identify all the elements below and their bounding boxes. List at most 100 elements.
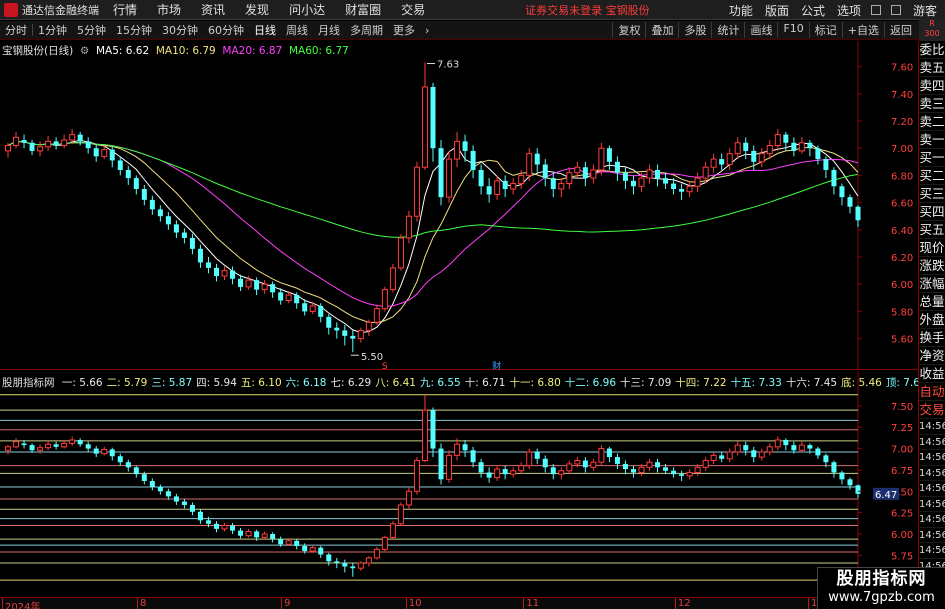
- menu-item-discover[interactable]: 发现: [245, 1, 269, 18]
- side-item[interactable]: 卖五: [919, 59, 945, 77]
- ind-candle-body: [743, 445, 749, 451]
- period-weekly[interactable]: 周线: [281, 22, 313, 38]
- login-notice[interactable]: 证券交易未登录 宝钢股份: [525, 2, 650, 18]
- tool-mark[interactable]: 标记: [808, 22, 842, 38]
- side-item[interactable]: 交易: [919, 401, 945, 419]
- side-item[interactable]: 委比: [919, 41, 945, 59]
- menu-item-layout[interactable]: 版面: [765, 2, 789, 19]
- candle-body: [743, 142, 749, 151]
- y-tick-label: 7.40: [891, 90, 913, 101]
- tool-f10[interactable]: F10: [777, 22, 808, 38]
- main-chart[interactable]: 7.60 7.40 7.20 7.00 6.80 6.60 6.40 6.20 6.00 5.80…: [0, 41, 918, 370]
- candle-body: [486, 186, 492, 195]
- side-item[interactable]: 14:56: [919, 419, 945, 435]
- candle-body: [470, 150, 476, 170]
- tool-adjust[interactable]: 复权: [612, 22, 645, 38]
- tool-statistics[interactable]: 统计: [711, 22, 744, 38]
- side-item[interactable]: 买四: [919, 203, 945, 221]
- ind-candle-body: [518, 465, 525, 472]
- side-item[interactable]: 涨幅: [919, 275, 945, 293]
- menu-item-trade[interactable]: 交易: [401, 1, 425, 18]
- ind-candle-body: [29, 445, 35, 451]
- menu-item-ask[interactable]: 问小达: [289, 1, 325, 18]
- candle-body: [109, 149, 115, 161]
- tool-back[interactable]: 返回: [884, 22, 917, 38]
- ind-candle-body: [421, 409, 428, 462]
- time-axis: 2024年 8 9 10 11 12 1: [0, 597, 918, 609]
- ind-candle-body: [342, 563, 348, 567]
- side-item[interactable]: 卖三: [919, 95, 945, 113]
- minimize-icon[interactable]: [870, 5, 881, 15]
- gear-icon[interactable]: ⚙: [77, 45, 93, 57]
- indicator-chart[interactable]: 7.507.257.006.756.506.256.005.756.47: [0, 371, 918, 597]
- menu-item-wealth[interactable]: 财富圈: [345, 1, 381, 18]
- side-item[interactable]: 自动: [919, 383, 945, 401]
- period-30min[interactable]: 30分钟: [157, 22, 203, 38]
- side-item[interactable]: 净资: [919, 347, 945, 365]
- side-item[interactable]: 买二: [919, 167, 945, 185]
- ind-candle-body: [831, 462, 837, 473]
- side-item[interactable]: 买五: [919, 221, 945, 239]
- side-item[interactable]: 14:56: [919, 466, 945, 481]
- ind-candle-body: [598, 448, 605, 463]
- candlestick-chart[interactable]: 7.60 7.40 7.20 7.00 6.80 6.60 6.40 6.20 6.00 5.80…: [0, 41, 918, 370]
- guest-label[interactable]: 游客: [913, 2, 937, 19]
- side-item[interactable]: 14:56: [919, 512, 945, 528]
- side-item[interactable]: 14:56: [919, 450, 945, 466]
- period-15min[interactable]: 15分钟: [111, 22, 157, 38]
- candle-body: [270, 284, 276, 293]
- tool-draw[interactable]: 画线: [744, 22, 777, 38]
- period-intraday[interactable]: 分时: [0, 22, 32, 38]
- period-toolbar: 分时 1分钟 5分钟 15分钟 30分钟 60分钟 日线 周线 月线 多周期 更…: [0, 21, 945, 40]
- side-item[interactable]: 现价: [919, 239, 945, 257]
- ind-y-tick-label: 7.50: [891, 402, 913, 413]
- menu-item-quotes[interactable]: 行情: [113, 1, 137, 18]
- ind-y-tick-label: 7.00: [891, 445, 913, 456]
- side-item[interactable]: 14:56: [919, 481, 945, 497]
- period-1min[interactable]: 1分钟: [33, 22, 72, 38]
- side-item[interactable]: 买一: [919, 149, 945, 167]
- menu-item-market[interactable]: 市场: [157, 1, 181, 18]
- period-more[interactable]: 更多: [388, 22, 420, 38]
- tool-multi-stock[interactable]: 多股: [678, 22, 711, 38]
- tool-overlay[interactable]: 叠加: [645, 22, 678, 38]
- candle-body: [189, 237, 195, 249]
- side-item[interactable]: 卖一: [919, 131, 945, 149]
- candle-body: [141, 189, 147, 200]
- indicator-panel[interactable]: 7.50 7.25 7.00 6.75 6.50 6.25 6.00 5.75 6.47 股朋指…: [0, 371, 927, 597]
- period-monthly[interactable]: 月线: [313, 22, 345, 38]
- maximize-icon[interactable]: [890, 5, 901, 15]
- ma20-line: [7, 140, 859, 307]
- side-item[interactable]: 换手: [919, 329, 945, 347]
- ind-y-tick-label: 6.75: [891, 466, 913, 477]
- ind-candle-body: [679, 474, 685, 476]
- candle-body: [326, 316, 332, 328]
- side-item[interactable]: 14:56: [919, 435, 945, 450]
- period-60min[interactable]: 60分钟: [203, 22, 249, 38]
- candle-body: [798, 142, 805, 152]
- side-item[interactable]: 涨跌: [919, 257, 945, 275]
- ind-candle-body: [278, 539, 284, 545]
- period-daily[interactable]: 日线: [249, 22, 281, 38]
- menu-item-formula[interactable]: 公式: [801, 2, 825, 19]
- candle-body: [751, 150, 757, 162]
- side-item[interactable]: 总量: [919, 293, 945, 311]
- period-5min[interactable]: 5分钟: [72, 22, 111, 38]
- r300-badge[interactable]: R 300: [919, 19, 945, 41]
- side-item[interactable]: 14:56: [919, 497, 945, 512]
- side-item[interactable]: 外盘: [919, 311, 945, 329]
- side-item[interactable]: 卖二: [919, 113, 945, 131]
- side-item[interactable]: 收益: [919, 365, 945, 383]
- side-item[interactable]: 卖四: [919, 77, 945, 95]
- menu-item-options[interactable]: 选项: [837, 2, 861, 19]
- side-item[interactable]: 买三: [919, 185, 945, 203]
- side-item[interactable]: 14:56: [919, 528, 945, 543]
- tool-add-watchlist[interactable]: +自选: [841, 22, 884, 38]
- side-item[interactable]: 14:56: [919, 543, 945, 559]
- ind-candle-body: [558, 470, 565, 475]
- chevron-right-icon[interactable]: ›: [420, 24, 434, 37]
- menu-item-news[interactable]: 资讯: [201, 1, 225, 18]
- period-multi[interactable]: 多周期: [345, 22, 388, 38]
- y-tick-label: 7.60: [891, 63, 913, 74]
- menu-item-function[interactable]: 功能: [729, 2, 753, 19]
